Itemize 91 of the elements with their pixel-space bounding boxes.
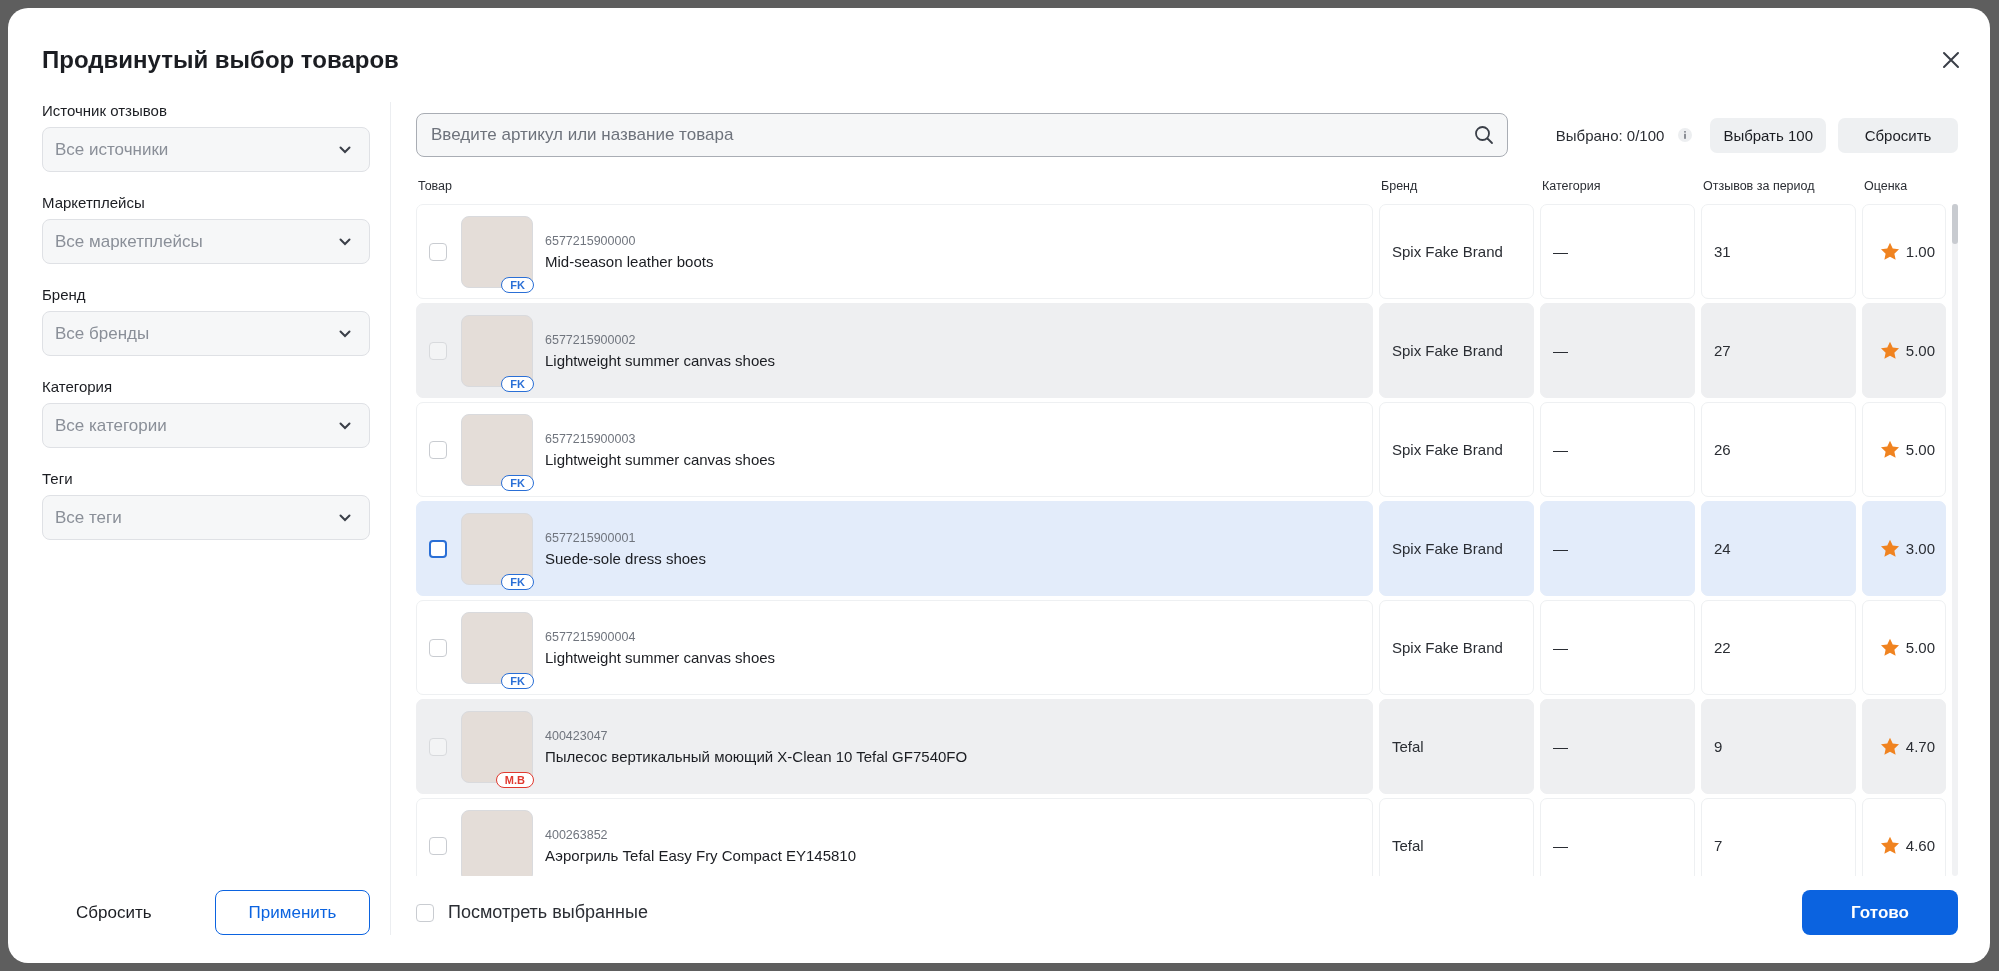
product-name: Mid-season leather boots [545, 252, 714, 270]
brand-cell: Tefal [1379, 699, 1534, 794]
product-name: Аэрогриль Tefal Easy Fry Compact EY145810 [545, 846, 857, 864]
product-sku: 6577215900004 [545, 629, 637, 644]
chevron-down-icon [339, 421, 351, 430]
category-cell: — [1540, 798, 1695, 876]
star-icon [1879, 539, 1900, 558]
column-header: Оценка [1863, 179, 1909, 193]
reviews-cell: 24 [1701, 501, 1856, 596]
photo-placeholder [461, 809, 533, 876]
star-icon [1879, 836, 1900, 855]
category-cell: — [1540, 303, 1695, 398]
chevron-down-icon [339, 145, 351, 154]
reviews-cell: 7 [1701, 798, 1856, 876]
filter-label: Бренд [42, 286, 87, 303]
star-icon [1879, 341, 1900, 360]
marketplace-badge: FK [501, 672, 534, 689]
chevron-down-icon [339, 237, 351, 246]
star-icon [1879, 638, 1900, 657]
brand-cell: Spix Fake Brand [1379, 402, 1534, 497]
brand-cell: Spix Fake Brand [1379, 501, 1534, 596]
info-icon [1678, 128, 1693, 142]
scrollbar[interactable] [1952, 204, 1958, 876]
category-cell: — [1540, 501, 1695, 596]
star-icon [1879, 737, 1900, 756]
apply-filters-button[interactable]: Применить [215, 890, 370, 935]
filter-label: Источник отзывов [42, 102, 168, 119]
product-name: Suede-sole dress shoes [545, 549, 706, 567]
star-icon [1879, 440, 1900, 459]
star-icon [1879, 242, 1900, 261]
reviews-cell: 27 [1701, 303, 1856, 398]
reset-selection-button[interactable]: Сбросить [1838, 117, 1958, 153]
show-selected-label[interactable]: Посмотреть выбранные [448, 902, 648, 923]
chevron-down-icon [339, 513, 351, 522]
product-sku: 400263852 [545, 827, 609, 842]
rating-value: 5.00 [1905, 342, 1935, 359]
product-name: Lightweight summer canvas shoes [545, 351, 776, 369]
product-name: Пылесос вертикальный моющий X-Clean 10 Tefal GF7540FO [545, 747, 968, 765]
rating-value: 1.00 [1905, 243, 1935, 260]
brand-cell: Spix Fake Brand [1379, 204, 1534, 299]
product-cell[interactable]: 400263852 Аэрогриль Tefal Easy Fry Compact EY145810 [416, 798, 1373, 876]
rating-value: 4.60 [1905, 837, 1935, 854]
product-name: Lightweight summer canvas shoes [545, 648, 776, 666]
product-cell[interactable]: FK 6577215900004 Lightweight summer canvas shoes [416, 600, 1373, 695]
checkbox[interactable] [429, 539, 447, 558]
category-cell: — [1540, 402, 1695, 497]
marketplace-badge: FK [501, 375, 534, 392]
select-all-button[interactable]: Выбрать 100 [1710, 117, 1826, 153]
brand-cell: Tefal [1379, 798, 1534, 876]
column-header: Отзывов за период [1702, 179, 1816, 193]
marketplace-badge: FK [501, 474, 534, 491]
column-header: Бренд [1380, 179, 1419, 193]
category-cell: — [1540, 600, 1695, 695]
product-sku: 6577215900002 [545, 332, 637, 347]
filter-label: Категория [42, 378, 114, 395]
product-cell[interactable]: FK 6577215900002 Lightweight summer canvas shoes [416, 303, 1373, 398]
brand-cell: Spix Fake Brand [1379, 303, 1534, 398]
reviews-cell: 31 [1701, 204, 1856, 299]
reset-filters-button[interactable]: Сбросить [42, 890, 186, 935]
brand-cell: Spix Fake Brand [1379, 600, 1534, 695]
search-icon [1473, 125, 1494, 145]
product-cell[interactable]: FK 6577215900003 Lightweight summer canvas shoes [416, 402, 1373, 497]
category-cell: — [1540, 204, 1695, 299]
filter-label: Теги [42, 470, 74, 487]
category-cell: — [1540, 699, 1695, 794]
product-cell[interactable]: FK 6577215900001 Suede-sole dress shoes [416, 501, 1373, 596]
rating-value: 5.00 [1905, 639, 1935, 656]
marketplace-badge: M.B [495, 771, 534, 788]
product-sku: 400423047 [545, 728, 609, 743]
product-cell[interactable]: FK 6577215900000 Mid-season leather boots [416, 204, 1373, 299]
marketplace-badge: FK [501, 573, 534, 590]
column-header: Товар [417, 179, 453, 193]
reviews-cell: 26 [1701, 402, 1856, 497]
filter-label: Маркетплейсы [42, 194, 146, 211]
product-name: Lightweight summer canvas shoes [545, 450, 776, 468]
product-cell[interactable]: M.B 400423047 Пылесос вертикальный моющий X-Clean 10 Tefal GF7540FO [416, 699, 1373, 794]
rating-value: 4.70 [1905, 738, 1935, 755]
marketplace-badge: FK [501, 276, 534, 293]
column-header: Категория [1541, 179, 1602, 193]
reviews-cell: 9 [1701, 699, 1856, 794]
product-sku: 6577215900003 [545, 431, 637, 446]
search-field[interactable]: Введите артикул или название товара [416, 113, 1508, 157]
chevron-down-icon [339, 329, 351, 338]
selected-counter: Выбрано: 0/100 [1555, 126, 1665, 144]
rating-value: 3.00 [1905, 540, 1935, 557]
done-button[interactable]: Готово [1802, 890, 1958, 935]
product-sku: 6577215900001 [545, 530, 637, 545]
dialog-title: Продвинутый выбор товаров [42, 46, 399, 74]
rating-value: 5.00 [1905, 441, 1935, 458]
reviews-cell: 22 [1701, 600, 1856, 695]
product-sku: 6577215900000 [545, 233, 637, 248]
